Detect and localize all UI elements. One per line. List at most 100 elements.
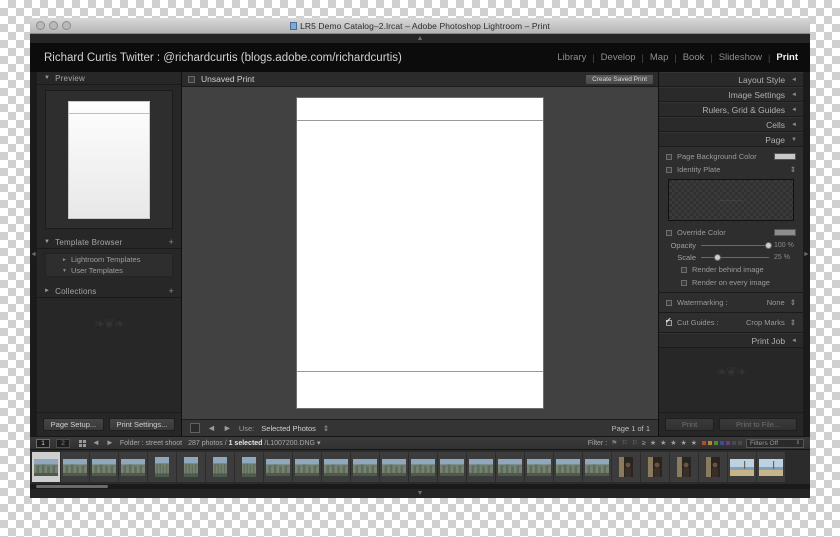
color-label-chip[interactable] bbox=[726, 441, 730, 445]
print-job-panel-header[interactable]: Print Job ◄ bbox=[659, 333, 803, 348]
chevron-updown-icon[interactable]: ⇕ bbox=[790, 165, 796, 174]
color-label-chip[interactable] bbox=[720, 441, 724, 445]
watermarking-value[interactable]: None bbox=[767, 298, 785, 307]
rating-stars[interactable]: ★ ★ ★ ★ ★ bbox=[650, 439, 698, 447]
rating-operator[interactable]: ≥ bbox=[642, 440, 646, 447]
filmstrip-thumbnail[interactable] bbox=[235, 452, 263, 482]
top-panel-toggle[interactable]: ▲ bbox=[30, 34, 810, 43]
render-on-every-image-checkbox[interactable] bbox=[681, 279, 687, 286]
cut-guides-row[interactable]: Cut Guides : Crop Marks ⇕ bbox=[659, 316, 803, 329]
preview-panel-header[interactable]: ▼ Preview bbox=[37, 72, 181, 85]
render-behind-image-row[interactable]: Render behind image bbox=[659, 263, 803, 276]
module-develop[interactable]: Develop bbox=[601, 52, 636, 63]
module-slideshow[interactable]: Slideshow bbox=[719, 52, 762, 63]
add-collection-icon[interactable]: + bbox=[169, 286, 174, 296]
opacity-slider-row[interactable]: Opacity 100 % bbox=[659, 239, 803, 251]
filmstrip-thumbnail[interactable] bbox=[148, 452, 176, 482]
filmstrip-thumbnail[interactable] bbox=[525, 452, 553, 482]
print-page-preview[interactable] bbox=[297, 98, 543, 408]
next-page-icon[interactable]: ► bbox=[223, 423, 232, 433]
print-settings-button[interactable]: Print Settings... bbox=[108, 418, 175, 431]
print-button[interactable]: Print bbox=[665, 418, 715, 431]
filmstrip-thumbnail[interactable] bbox=[32, 452, 60, 482]
page-panel-header[interactable]: Page ▼ bbox=[659, 132, 803, 147]
identity-plate-checkbox[interactable] bbox=[666, 166, 672, 173]
filmstrip-thumbnail[interactable] bbox=[380, 452, 408, 482]
watermarking-checkbox[interactable] bbox=[666, 299, 672, 306]
flag-unflagged-icon[interactable]: ⚐ bbox=[621, 439, 627, 447]
right-panel-toggle[interactable]: ► bbox=[803, 72, 810, 436]
color-label-chip[interactable] bbox=[738, 441, 742, 445]
identity-plate-preview[interactable]: ——— bbox=[668, 179, 794, 221]
page-background-color-checkbox[interactable] bbox=[666, 153, 672, 160]
module-book[interactable]: Book bbox=[683, 52, 705, 63]
filmstrip-thumbnail[interactable] bbox=[728, 452, 756, 482]
filmstrip-thumbnail[interactable] bbox=[612, 452, 640, 482]
render-on-every-image-row[interactable]: Render on every image bbox=[659, 276, 803, 289]
use-source-dropdown[interactable]: Selected Photos bbox=[261, 424, 316, 433]
page-background-color-swatch[interactable] bbox=[774, 153, 796, 160]
grid-view-icon[interactable] bbox=[190, 423, 200, 433]
identity-plate[interactable]: Richard Curtis Twitter : @richardcurtis … bbox=[44, 52, 402, 64]
scale-slider-row[interactable]: Scale 25 % bbox=[659, 251, 803, 263]
filmstrip-thumbnail[interactable] bbox=[438, 452, 466, 482]
color-label-chip[interactable] bbox=[702, 441, 706, 445]
module-library[interactable]: Library bbox=[557, 52, 586, 63]
chevron-updown-icon[interactable]: ⇕ bbox=[790, 318, 796, 327]
page-setup-button[interactable]: Page Setup... bbox=[43, 418, 104, 431]
filmstrip-photo-count[interactable]: 287 photos / 1 selected /L1007200.DNG ▾ bbox=[188, 439, 320, 447]
filmstrip-thumbnail[interactable] bbox=[409, 452, 437, 482]
print-canvas[interactable] bbox=[182, 87, 658, 419]
override-color-checkbox[interactable] bbox=[666, 229, 672, 236]
add-template-icon[interactable]: + bbox=[169, 237, 174, 247]
watermarking-row[interactable]: Watermarking : None ⇕ bbox=[659, 296, 803, 309]
left-panel-toggle[interactable]: ◄ bbox=[30, 72, 37, 436]
cells-panel-header[interactable]: Cells ◄ bbox=[659, 117, 803, 132]
layout-style-panel-header[interactable]: Layout Style ◄ bbox=[659, 72, 803, 87]
filmstrip-thumbnail[interactable] bbox=[757, 452, 785, 482]
template-group-lightroom[interactable]: ► Lightroom Templates bbox=[46, 254, 172, 265]
filmstrip-thumbnail[interactable] bbox=[351, 452, 379, 482]
module-print[interactable]: Print bbox=[776, 52, 798, 63]
color-label-chip[interactable] bbox=[714, 441, 718, 445]
filmstrip-thumbnail[interactable] bbox=[206, 452, 234, 482]
create-saved-print-button[interactable]: Create Saved Print bbox=[585, 73, 654, 85]
flag-reject-icon[interactable]: ⚐ bbox=[632, 439, 638, 447]
template-browser-header[interactable]: ▼ Template Browser + bbox=[37, 236, 181, 249]
scale-slider-knob[interactable] bbox=[714, 253, 721, 261]
bottom-panel-toggle[interactable]: ▼ bbox=[30, 489, 810, 498]
filmstrip-thumbnail[interactable] bbox=[496, 452, 524, 482]
collections-panel-header[interactable]: ► Collections + bbox=[37, 285, 181, 298]
previous-page-icon[interactable]: ◄ bbox=[207, 423, 216, 433]
filmstrip-thumbnail[interactable] bbox=[90, 452, 118, 482]
rulers-grid-guides-panel-header[interactable]: Rulers, Grid & Guides ◄ bbox=[659, 102, 803, 117]
filters-off-dropdown[interactable]: Filters Off ⇕ bbox=[746, 438, 804, 448]
filmstrip-thumbnail[interactable] bbox=[177, 452, 205, 482]
filmstrip-scrollbar[interactable] bbox=[30, 484, 810, 489]
print-to-file-button[interactable]: Print to File... bbox=[719, 418, 798, 431]
override-color-swatch[interactable] bbox=[774, 229, 796, 236]
filmstrip-thumbnail[interactable] bbox=[641, 452, 669, 482]
grid-icon[interactable] bbox=[79, 439, 86, 447]
page-background-color-row[interactable]: Page Background Color bbox=[659, 150, 803, 163]
filmstrip-back-icon[interactable]: ◄ bbox=[92, 439, 100, 447]
render-behind-image-checkbox[interactable] bbox=[681, 266, 687, 273]
filmstrip-thumbnail[interactable] bbox=[467, 452, 495, 482]
filmstrip-thumbnail[interactable] bbox=[264, 452, 292, 482]
filmstrip-thumbnail[interactable] bbox=[119, 452, 147, 482]
identity-plate-row[interactable]: Identity Plate ⇕ bbox=[659, 163, 803, 176]
cut-guides-checkbox[interactable] bbox=[665, 316, 672, 326]
screen-two-button[interactable]: 2 bbox=[56, 438, 70, 448]
filmstrip-thumbnail[interactable] bbox=[554, 452, 582, 482]
color-label-chip[interactable] bbox=[708, 441, 712, 445]
filmstrip-thumbnail[interactable] bbox=[583, 452, 611, 482]
module-map[interactable]: Map bbox=[650, 52, 668, 63]
opacity-slider-knob[interactable] bbox=[765, 241, 772, 249]
screen-one-button[interactable]: 1 bbox=[36, 438, 50, 448]
scale-slider-track[interactable] bbox=[701, 253, 769, 261]
chevron-updown-icon[interactable]: ⇕ bbox=[790, 298, 796, 307]
filmstrip-source-label[interactable]: Folder : street shoot bbox=[120, 440, 182, 447]
flag-pick-icon[interactable]: ⚑ bbox=[611, 439, 617, 447]
opacity-slider-track[interactable] bbox=[701, 241, 772, 249]
override-color-row[interactable]: Override Color bbox=[659, 226, 803, 239]
